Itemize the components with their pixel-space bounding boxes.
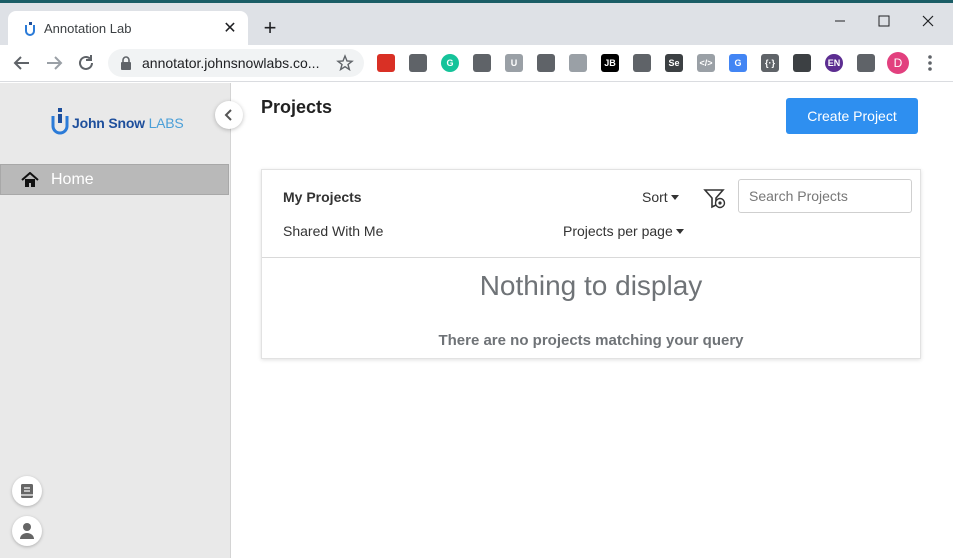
create-project-button[interactable]: Create Project	[786, 98, 918, 134]
sidebar-item-home[interactable]: Home	[0, 164, 229, 195]
forward-arrow-icon[interactable]	[41, 51, 67, 75]
tab-my-projects[interactable]: My Projects	[283, 189, 362, 205]
lock-icon	[121, 56, 131, 70]
url-text: annotator.johnsnowlabs.co...	[142, 55, 320, 71]
user-account-button[interactable]	[12, 516, 42, 546]
caret-down-icon	[675, 229, 684, 234]
empty-state-title: Nothing to display	[479, 270, 703, 301]
documentation-button[interactable]	[12, 476, 42, 506]
u-extension-icon[interactable]: U	[505, 54, 523, 72]
browser-tab-strip: Annotation Lab ✕ +	[0, 0, 953, 48]
sort-dropdown[interactable]: Sort	[642, 189, 679, 205]
browser-menu-icon[interactable]	[922, 53, 938, 73]
caret-down-icon	[670, 195, 679, 200]
sidebar: John Snow LABS Home	[0, 83, 231, 558]
bookmark-star-icon[interactable]	[336, 54, 354, 72]
recorder-extension-icon[interactable]	[377, 54, 395, 72]
book-icon	[21, 484, 33, 498]
translate-extension-icon[interactable]: G	[729, 54, 747, 72]
per-page-label: Projects per page	[563, 223, 673, 239]
grammarly-extension-icon[interactable]: G	[441, 54, 459, 72]
user-icon	[20, 523, 34, 539]
projects-per-page-dropdown[interactable]: Projects per page	[563, 223, 684, 239]
sidebar-item-label: Home	[51, 171, 94, 188]
projects-panel-header: My Projects Shared With Me Sort Projects…	[262, 170, 920, 258]
minimize-window-icon[interactable]	[818, 9, 862, 33]
code-extension-icon[interactable]: </>	[697, 54, 715, 72]
gear-extension-icon[interactable]	[633, 54, 651, 72]
collapse-sidebar-button[interactable]	[215, 101, 243, 129]
search-person-extension-icon[interactable]	[409, 54, 427, 72]
logo-text: John Snow LABS	[72, 115, 184, 131]
new-tab-icon[interactable]: +	[258, 17, 282, 41]
chevron-left-icon	[224, 109, 232, 121]
page-title: Projects	[261, 97, 333, 117]
tab-title: Annotation Lab	[44, 21, 132, 36]
john-snow-labs-logo[interactable]: John Snow LABS	[50, 105, 184, 139]
annotation-lab-favicon-icon	[25, 22, 35, 36]
filter-settings-icon[interactable]	[703, 186, 727, 210]
tab-close-icon[interactable]: ✕	[220, 19, 240, 39]
jb-extension-icon[interactable]: JB	[601, 54, 619, 72]
speedometer-extension-icon[interactable]	[537, 54, 555, 72]
circle-extension-icon[interactable]	[473, 54, 491, 72]
close-window-icon[interactable]	[906, 9, 950, 33]
qr-extension-icon[interactable]	[793, 54, 811, 72]
search-projects-input[interactable]	[738, 179, 912, 213]
back-arrow-icon[interactable]	[9, 51, 35, 75]
browser-tab[interactable]: Annotation Lab ✕	[8, 11, 248, 48]
logo-mark-icon	[51, 108, 69, 135]
notepad-extension-icon[interactable]	[569, 54, 587, 72]
profile-avatar[interactable]: D	[887, 52, 909, 74]
home-icon	[21, 172, 39, 187]
address-bar[interactable]: annotator.johnsnowlabs.co...	[108, 49, 364, 77]
empty-state-subtitle: There are no projects matching your quer…	[438, 332, 744, 349]
sort-label: Sort	[642, 189, 668, 205]
tab-shared-with-me[interactable]: Shared With Me	[283, 223, 383, 239]
reload-icon[interactable]	[73, 51, 99, 75]
en-extension-icon[interactable]: EN	[825, 54, 843, 72]
selenium-extension-icon[interactable]: Se	[665, 54, 683, 72]
browser-toolbar: annotator.johnsnowlabs.co... G U JB Se </> G {…	[0, 45, 953, 82]
maximize-window-icon[interactable]	[862, 9, 906, 33]
puzzle-extension-icon[interactable]	[857, 54, 875, 72]
projects-panel: My Projects Shared With Me Sort Projects…	[261, 169, 921, 359]
brackets-extension-icon[interactable]: {·}	[761, 54, 779, 72]
